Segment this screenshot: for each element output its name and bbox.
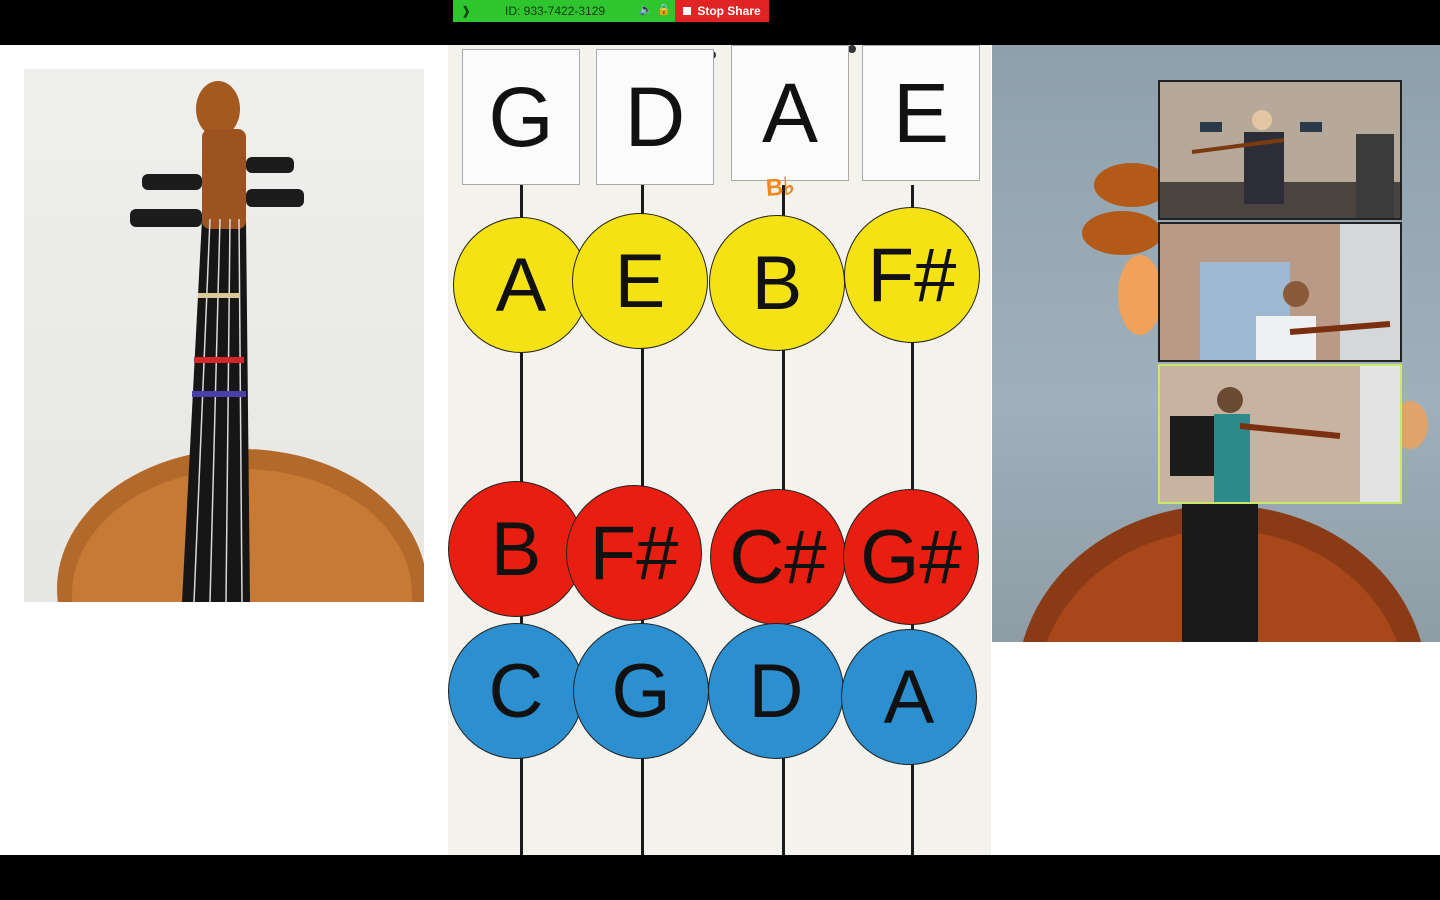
participant-video-tile-active[interactable] — [1158, 364, 1402, 504]
note-circle: F# — [566, 485, 702, 621]
note-circle: C — [448, 623, 584, 759]
violin-neck-photo — [24, 69, 424, 602]
violin-neck-illustration — [57, 81, 424, 602]
pin-icon — [848, 45, 856, 53]
open-string-card: G — [462, 49, 580, 185]
note-circle: A — [841, 629, 977, 765]
lock-icon[interactable]: 🔒 — [657, 3, 671, 16]
note-circle: D — [708, 623, 844, 759]
share-indicator-icon: ❱ — [461, 4, 472, 18]
handwritten-note: B♭ — [765, 173, 796, 202]
meeting-info-bar[interactable]: ❱ ID: 933-7422-3129 🔈 🔒 — [453, 0, 675, 22]
open-string-card: D — [596, 49, 714, 185]
note-circle: G — [573, 623, 709, 759]
participant-video-3 — [1160, 366, 1400, 502]
bottom-bar — [0, 855, 1440, 900]
stop-icon — [683, 7, 692, 15]
speaker-icon[interactable]: 🔈 — [639, 3, 653, 16]
open-string-card: A — [731, 45, 849, 181]
participant-video-tile[interactable] — [1158, 80, 1402, 220]
participant-gallery — [1158, 80, 1402, 506]
note-circle: E — [572, 213, 708, 349]
share-toolbar: ❱ ID: 933-7422-3129 🔈 🔒 Stop Share — [453, 0, 769, 22]
note-circle: A — [453, 217, 589, 353]
violin-fingering-chart: G D A E B♭ A E B F# B F# C# G# C G D A — [448, 45, 991, 855]
participant-video-2 — [1160, 224, 1400, 360]
participant-video-tile[interactable] — [1158, 222, 1402, 362]
note-circle: F# — [844, 207, 980, 343]
meeting-id: ID: 933-7422-3129 — [505, 4, 606, 18]
note-circle: G# — [843, 489, 979, 625]
stop-share-button[interactable]: Stop Share — [675, 0, 769, 22]
participant-video-1 — [1160, 82, 1400, 218]
note-circle: B — [448, 481, 584, 617]
note-circle: B — [709, 215, 845, 351]
stop-share-label: Stop Share — [697, 4, 761, 18]
open-string-card: E — [862, 45, 980, 181]
note-circle: C# — [710, 489, 846, 625]
